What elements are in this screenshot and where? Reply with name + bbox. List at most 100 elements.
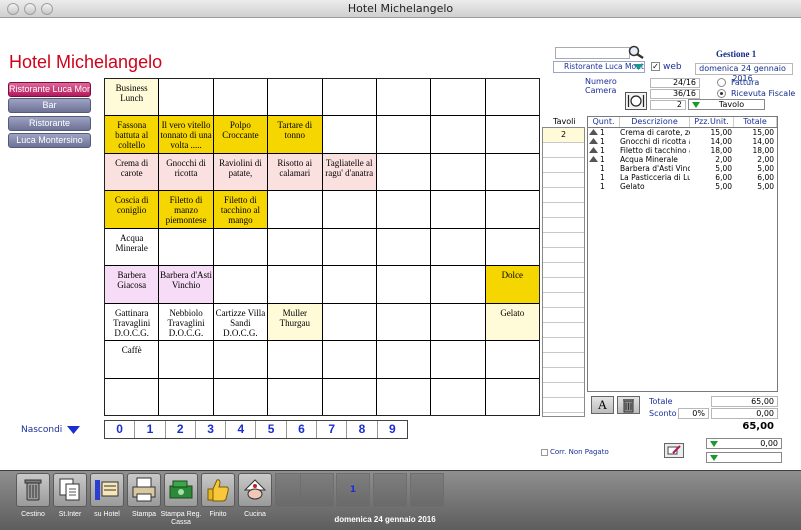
order-row[interactable]: 1 Gnocchi di ricotta al... 14,00 14,00: [588, 137, 777, 146]
tavolo-row[interactable]: [543, 323, 584, 338]
order-row[interactable]: 1 Acqua Minerale 2,00 2,00: [588, 155, 777, 164]
tavolo-number-field[interactable]: 2: [650, 100, 686, 110]
search-icon[interactable]: [627, 45, 645, 60]
empty-menu-slot[interactable]: [485, 378, 539, 415]
fattura-radio[interactable]: [717, 78, 726, 87]
sconto-pct-field[interactable]: 0%: [678, 408, 709, 419]
number-button[interactable]: 2: [166, 421, 196, 438]
empty-menu-slot[interactable]: [376, 79, 431, 116]
tavolo-row[interactable]: [543, 248, 584, 263]
tavolo-row[interactable]: [543, 263, 584, 278]
finito-button[interactable]: [201, 473, 235, 507]
cucina-button[interactable]: [238, 473, 272, 507]
stampa-button[interactable]: [127, 473, 161, 507]
nascondi-toggle[interactable]: Nascondi: [21, 425, 81, 435]
tavolo-row[interactable]: [543, 158, 584, 173]
menu-item-button[interactable]: Coscia di coniglio: [105, 191, 159, 228]
empty-menu-slot[interactable]: [376, 153, 431, 191]
number-button[interactable]: 7: [317, 421, 348, 438]
tavolo-selected[interactable]: 2: [543, 128, 584, 143]
menu-item-button[interactable]: Tartare di tonno: [268, 116, 322, 153]
font-button[interactable]: A: [591, 396, 614, 414]
empty-menu-slot[interactable]: [213, 378, 268, 415]
tavolo-row[interactable]: [543, 293, 584, 308]
number-button[interactable]: 3: [196, 421, 227, 438]
numero-field[interactable]: 24/16: [650, 78, 700, 88]
menu-item-button[interactable]: Tagliatelle al ragu' d'anatra: [322, 153, 376, 191]
tavolo-row[interactable]: [543, 353, 584, 368]
empty-menu-slot[interactable]: [431, 341, 485, 378]
empty-menu-slot[interactable]: [105, 378, 159, 415]
payment-select[interactable]: [706, 452, 782, 463]
tavolo-select[interactable]: Tavolo: [688, 99, 765, 110]
empty-menu-slot[interactable]: [376, 303, 431, 341]
empty-menu-slot[interactable]: [431, 303, 485, 341]
extra-amount-select[interactable]: 0,00: [706, 438, 782, 449]
menu-item-button[interactable]: Cartizze Villa Sandi D.O.C.G.: [213, 303, 268, 341]
st-inter-button[interactable]: [53, 473, 87, 507]
empty-menu-slot[interactable]: [268, 341, 322, 378]
number-button[interactable]: 5: [256, 421, 287, 438]
empty-menu-slot[interactable]: [322, 378, 376, 415]
page-number[interactable]: 1: [336, 473, 370, 507]
sidebar-item[interactable]: Bar: [8, 98, 91, 113]
sidebar-item[interactable]: Luca Montersino: [8, 133, 91, 148]
order-column-header[interactable]: Qunt.: [588, 117, 620, 127]
empty-menu-slot[interactable]: [431, 191, 485, 228]
order-column-header[interactable]: Descrizione: [620, 117, 690, 127]
stampa-reg-cassa-button[interactable]: [164, 473, 198, 507]
empty-menu-slot[interactable]: [431, 116, 485, 153]
menu-item-button[interactable]: Raviolini di patate,: [213, 153, 268, 191]
menu-item-button[interactable]: Business Lunch: [105, 79, 159, 116]
web-checkbox[interactable]: ✓: [651, 62, 660, 71]
number-button[interactable]: 8: [347, 421, 378, 438]
menu-item-button[interactable]: Polpo Croccante: [213, 116, 268, 153]
tavolo-row[interactable]: [543, 308, 584, 323]
empty-menu-slot[interactable]: [213, 228, 268, 266]
empty-menu-slot[interactable]: [268, 378, 322, 415]
camera-field[interactable]: 36/16: [650, 89, 700, 99]
empty-menu-slot[interactable]: [213, 79, 268, 116]
table-setting-icon[interactable]: [625, 92, 647, 110]
tavolo-row[interactable]: [543, 173, 584, 188]
order-column-header[interactable]: Totale: [734, 117, 777, 127]
menu-item-button[interactable]: Crema di carote: [105, 153, 159, 191]
su-hotel-button[interactable]: [90, 473, 124, 507]
empty-menu-slot[interactable]: [268, 266, 322, 303]
tavolo-row[interactable]: [543, 218, 584, 233]
empty-menu-slot[interactable]: [485, 341, 539, 378]
empty-menu-slot[interactable]: [431, 266, 485, 303]
order-row[interactable]: 1 Barbera d'Asti Vinc... 5,00 5,00: [588, 164, 777, 173]
search-input[interactable]: [555, 47, 630, 59]
order-row[interactable]: 1 Filetto di tacchino a... 18,00 18,00: [588, 146, 777, 155]
sidebar-item[interactable]: Ristorante: [8, 116, 91, 131]
empty-menu-slot[interactable]: [376, 341, 431, 378]
empty-menu-slot[interactable]: [485, 153, 539, 191]
number-button[interactable]: 0: [105, 421, 136, 438]
tavolo-row[interactable]: [543, 368, 584, 383]
number-button[interactable]: 9: [378, 421, 407, 438]
sconto-value-field[interactable]: 0,00: [711, 408, 778, 419]
menu-item-button[interactable]: Gelato: [485, 303, 539, 341]
empty-menu-slot[interactable]: [485, 79, 539, 116]
tavolo-row[interactable]: [543, 278, 584, 293]
tavolo-row[interactable]: [543, 233, 584, 248]
menu-item-button[interactable]: Risotto ai calamari: [268, 153, 322, 191]
number-button[interactable]: 4: [226, 421, 257, 438]
empty-menu-slot[interactable]: [322, 191, 376, 228]
empty-menu-slot[interactable]: [431, 228, 485, 266]
empty-menu-slot[interactable]: [485, 191, 539, 228]
empty-menu-slot[interactable]: [322, 266, 376, 303]
order-row[interactable]: 1 La Pasticceria di Lu... 6,00 6,00: [588, 173, 777, 182]
order-row[interactable]: 1 Crema di carote, ze... 15,00 15,00: [588, 128, 777, 137]
empty-menu-slot[interactable]: [322, 228, 376, 266]
empty-menu-slot[interactable]: [322, 303, 376, 341]
empty-menu-slot[interactable]: [322, 116, 376, 153]
empty-menu-slot[interactable]: [431, 378, 485, 415]
menu-item-button[interactable]: Fassona battuta al coltello: [105, 116, 159, 153]
menu-item-button[interactable]: Gattinara Travaglini D.O.C.G.: [105, 303, 159, 341]
empty-menu-slot[interactable]: [213, 266, 268, 303]
order-column-header[interactable]: Pzz.Unit.: [690, 117, 734, 127]
cestino-button[interactable]: [16, 473, 50, 507]
empty-menu-slot[interactable]: [431, 79, 485, 116]
